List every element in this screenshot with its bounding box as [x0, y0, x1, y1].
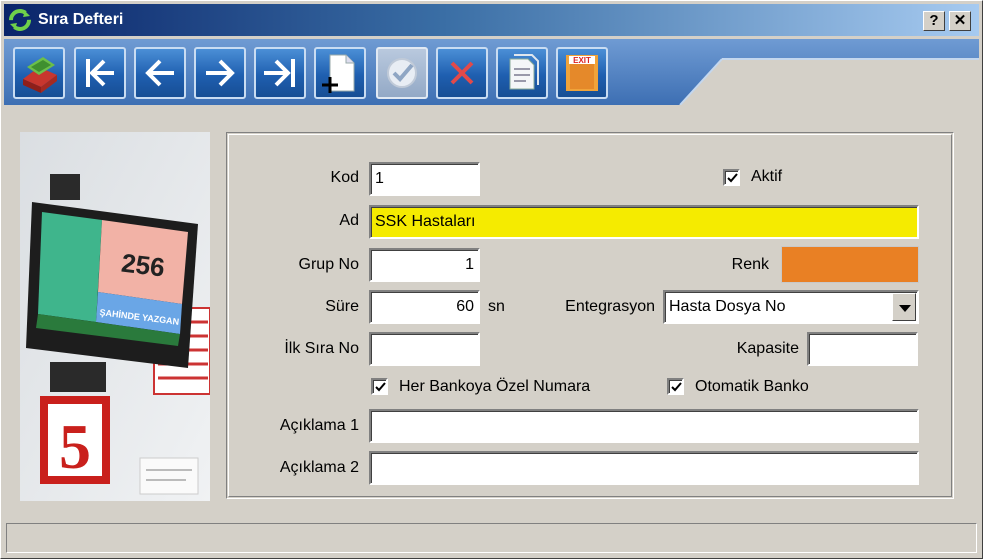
- aktif-label: Aktif: [751, 168, 783, 185]
- first-record-icon: [86, 59, 114, 87]
- exit-door-icon: EXIT: [566, 55, 598, 91]
- entegrasyon-select[interactable]: Hasta Dosya No: [663, 290, 919, 324]
- cash-register-icon: [23, 57, 57, 93]
- otomatik-banko-checkbox[interactable]: [667, 378, 684, 395]
- toolbar: EXIT: [4, 39, 979, 105]
- checkmark-icon: [727, 173, 738, 183]
- sure-unit-label: sn: [488, 298, 505, 315]
- kod-label: Kod: [330, 169, 359, 186]
- cancel-button[interactable]: [436, 47, 488, 99]
- renk-color-swatch[interactable]: [781, 246, 919, 283]
- otomatik-banko-label: Otomatik Banko: [695, 378, 809, 395]
- kapasite-label: Kapasite: [736, 340, 799, 357]
- next-record-button[interactable]: [194, 47, 246, 99]
- grup-no-label: Grup No: [298, 256, 359, 273]
- status-bar: [6, 523, 977, 553]
- cross-icon: [450, 61, 474, 85]
- last-record-button[interactable]: [254, 47, 306, 99]
- chevron-down-icon[interactable]: [892, 293, 916, 321]
- her-bankoya-checkbox[interactable]: [371, 378, 388, 395]
- last-record-icon: [264, 59, 295, 87]
- sure-label: Süre: [325, 298, 359, 315]
- previous-record-button[interactable]: [134, 47, 186, 99]
- ad-field[interactable]: SSK Hastaları: [369, 205, 919, 239]
- ilk-sira-no-field[interactable]: [369, 332, 480, 366]
- her-bankoya-label: Her Bankoya Özel Numara: [399, 378, 591, 395]
- aciklama2-label: Açıklama 2: [279, 459, 359, 476]
- exit-button[interactable]: EXIT: [556, 47, 608, 99]
- aciklama2-field[interactable]: [369, 451, 919, 485]
- kapasite-field[interactable]: [807, 332, 918, 366]
- save-button[interactable]: [376, 47, 428, 99]
- checkmark-icon: [671, 382, 682, 392]
- device-photo: 256 ŞAHİNDE YAZGAN 5: [20, 132, 210, 501]
- records-button[interactable]: [13, 47, 65, 99]
- kod-field[interactable]: 1: [369, 162, 480, 196]
- checkmark-icon: [387, 58, 417, 88]
- new-document-icon: [322, 54, 355, 93]
- arrow-right-icon: [206, 59, 235, 87]
- new-record-button[interactable]: [314, 47, 366, 99]
- sure-field[interactable]: 60: [369, 290, 480, 324]
- aktif-checkbox[interactable]: [723, 169, 740, 186]
- grup-no-field[interactable]: 1: [369, 248, 480, 282]
- queue-display-photo: 256 ŞAHİNDE YAZGAN 5: [20, 132, 210, 501]
- title-bar[interactable]: Sıra Defteri ? ✕: [4, 4, 979, 36]
- sira-defteri-window: Sıra Defteri ? ✕ EXIT 256 ŞAHİNDE YAZGAN…: [0, 0, 983, 559]
- entegrasyon-label: Entegrasyon: [565, 298, 655, 315]
- ilk-sira-no-label: İlk Sıra No: [284, 340, 359, 357]
- ad-label: Ad: [339, 212, 359, 229]
- report-icon: [509, 54, 539, 90]
- arrow-left-icon: [145, 59, 174, 87]
- counter-number: 5: [59, 411, 91, 482]
- refresh-app-icon: [9, 9, 31, 31]
- aciklama1-field[interactable]: [369, 409, 919, 443]
- close-button[interactable]: ✕: [949, 11, 971, 31]
- report-button[interactable]: [496, 47, 548, 99]
- checkmark-icon: [375, 382, 386, 392]
- aciklama1-label: Açıklama 1: [279, 417, 359, 434]
- first-record-button[interactable]: [74, 47, 126, 99]
- renk-label: Renk: [731, 256, 769, 273]
- display-number: 256: [120, 248, 167, 283]
- exit-text: EXIT: [573, 56, 591, 65]
- help-button[interactable]: ?: [923, 11, 945, 31]
- window-title: Sıra Defteri: [38, 11, 124, 28]
- entegrasyon-selected-value: Hasta Dosya No: [669, 298, 786, 315]
